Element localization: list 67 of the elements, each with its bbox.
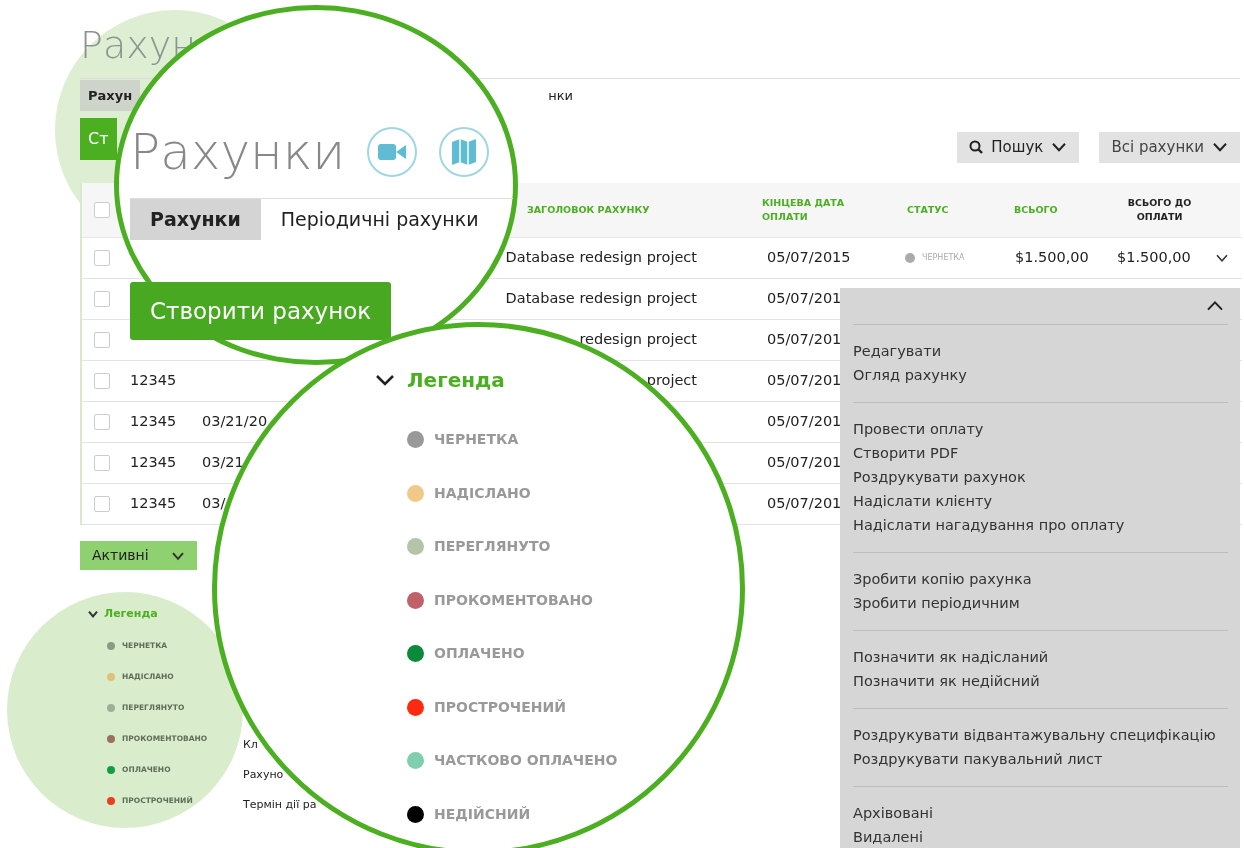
table-cell-text: $1.500,00 bbox=[1117, 248, 1191, 268]
legend-label: ПРОКОМЕНТОВАНО bbox=[434, 590, 593, 610]
checkbox[interactable] bbox=[94, 373, 110, 389]
menu-item[interactable]: Зробити копію рахунка bbox=[853, 567, 1228, 591]
status-filter-dropdown[interactable]: Активні bbox=[80, 541, 197, 570]
table-cell-text: 12345 bbox=[130, 412, 177, 432]
legend-label: ПЕРЕГЛЯНУТО bbox=[434, 537, 551, 557]
table-cell-text: 12345 bbox=[130, 494, 177, 514]
map-icon bbox=[451, 138, 478, 166]
table-cell-text: Database redesign project bbox=[505, 248, 697, 268]
legend-label: ПРОСТРОЧЕНИЙ bbox=[434, 697, 566, 717]
tab[interactable]: нки bbox=[540, 79, 581, 112]
checkbox[interactable] bbox=[94, 414, 110, 430]
checkbox[interactable] bbox=[94, 202, 110, 218]
tab[interactable]: Періодичні рахунки bbox=[260, 199, 499, 240]
table-cell-text: redesign project bbox=[579, 330, 697, 350]
checkbox[interactable] bbox=[94, 291, 110, 307]
column-header: ВСЬОГО ДО ОПЛАТИ bbox=[1126, 195, 1193, 224]
table-cell-text: 05/07/201 bbox=[767, 453, 842, 473]
table-cell-text: 05/07/201 bbox=[767, 412, 842, 432]
menu-item[interactable]: Зробити періодичним bbox=[853, 591, 1228, 615]
filter-dropdown[interactable]: Всі рахунки bbox=[1099, 132, 1240, 163]
table-cell-text: project bbox=[646, 371, 697, 391]
search-button[interactable]: Пошук bbox=[957, 132, 1080, 163]
checkbox[interactable] bbox=[94, 332, 110, 348]
table-cell-text: 05/07/201 bbox=[767, 494, 842, 514]
table-cell-text: 05/07/201 bbox=[767, 289, 842, 309]
table-cell-text: $1.500,00 bbox=[1015, 248, 1089, 268]
menu-item[interactable]: Позначити як недійсний bbox=[853, 669, 1228, 693]
tab[interactable]: Рахунки bbox=[130, 199, 261, 240]
menu-item[interactable]: Надіслати нагадування про оплату bbox=[853, 513, 1228, 537]
menu-item[interactable]: Створити PDF bbox=[853, 441, 1228, 465]
table-cell-text: 05/07/201 bbox=[767, 371, 842, 391]
checkbox[interactable] bbox=[94, 455, 110, 471]
search-icon bbox=[969, 140, 984, 155]
note-text: Рахуно bbox=[243, 767, 284, 783]
menu-item[interactable]: Роздрукувати пакувальний лист bbox=[853, 747, 1228, 771]
menu-item[interactable]: Роздрукувати відвантажувальну специфікацію bbox=[853, 723, 1228, 747]
legend-label: ОПЛАЧЕНО bbox=[434, 644, 525, 664]
menu-item[interactable]: Позначити як надісланий bbox=[853, 645, 1228, 669]
table-cell-text: 05/07/201 bbox=[767, 330, 842, 350]
status-label: ЧЕРНЕТКА bbox=[922, 252, 965, 264]
legend-label: ЧАСТКОВО ОПЛАЧЕНО bbox=[434, 751, 618, 771]
menu-item[interactable]: Видалені bbox=[853, 825, 1228, 848]
tab[interactable]: Рахун bbox=[80, 79, 141, 112]
legend-label: НАДІСЛАНО bbox=[434, 483, 531, 503]
note-text: Кл bbox=[243, 737, 258, 753]
note-text: Термін дії ра bbox=[243, 797, 317, 813]
page-title: Рахунки bbox=[130, 122, 346, 182]
checkbox[interactable] bbox=[94, 496, 110, 512]
checkbox[interactable] bbox=[94, 250, 110, 266]
menu-item[interactable]: Огляд рахунку bbox=[853, 363, 1228, 387]
table-cell-text: 12345 bbox=[130, 371, 177, 391]
table-cell-text: 03/ bbox=[202, 494, 226, 514]
menu-item[interactable]: Роздрукувати рахунок bbox=[853, 465, 1228, 489]
menu-item[interactable]: Архівовані bbox=[853, 801, 1228, 825]
table-cell-text: Database redesign project bbox=[505, 289, 697, 309]
menu-item[interactable]: Надіслати клієнту bbox=[853, 489, 1228, 513]
menu-item[interactable]: Редагувати bbox=[853, 339, 1228, 363]
table-cell-text: 03/21/20 bbox=[202, 412, 268, 432]
video-camera-icon bbox=[377, 142, 408, 162]
table-cell-text: 03/21 bbox=[202, 453, 244, 473]
menu-item[interactable]: Провести оплату bbox=[853, 417, 1228, 441]
table-cell-text: 05/07/2015 bbox=[767, 248, 851, 268]
table-cell-text: 12345 bbox=[130, 453, 177, 473]
legend-label: ЧЕРНЕТКА bbox=[434, 430, 519, 450]
legend-label: НЕДІЙСНИЙ bbox=[434, 804, 531, 824]
